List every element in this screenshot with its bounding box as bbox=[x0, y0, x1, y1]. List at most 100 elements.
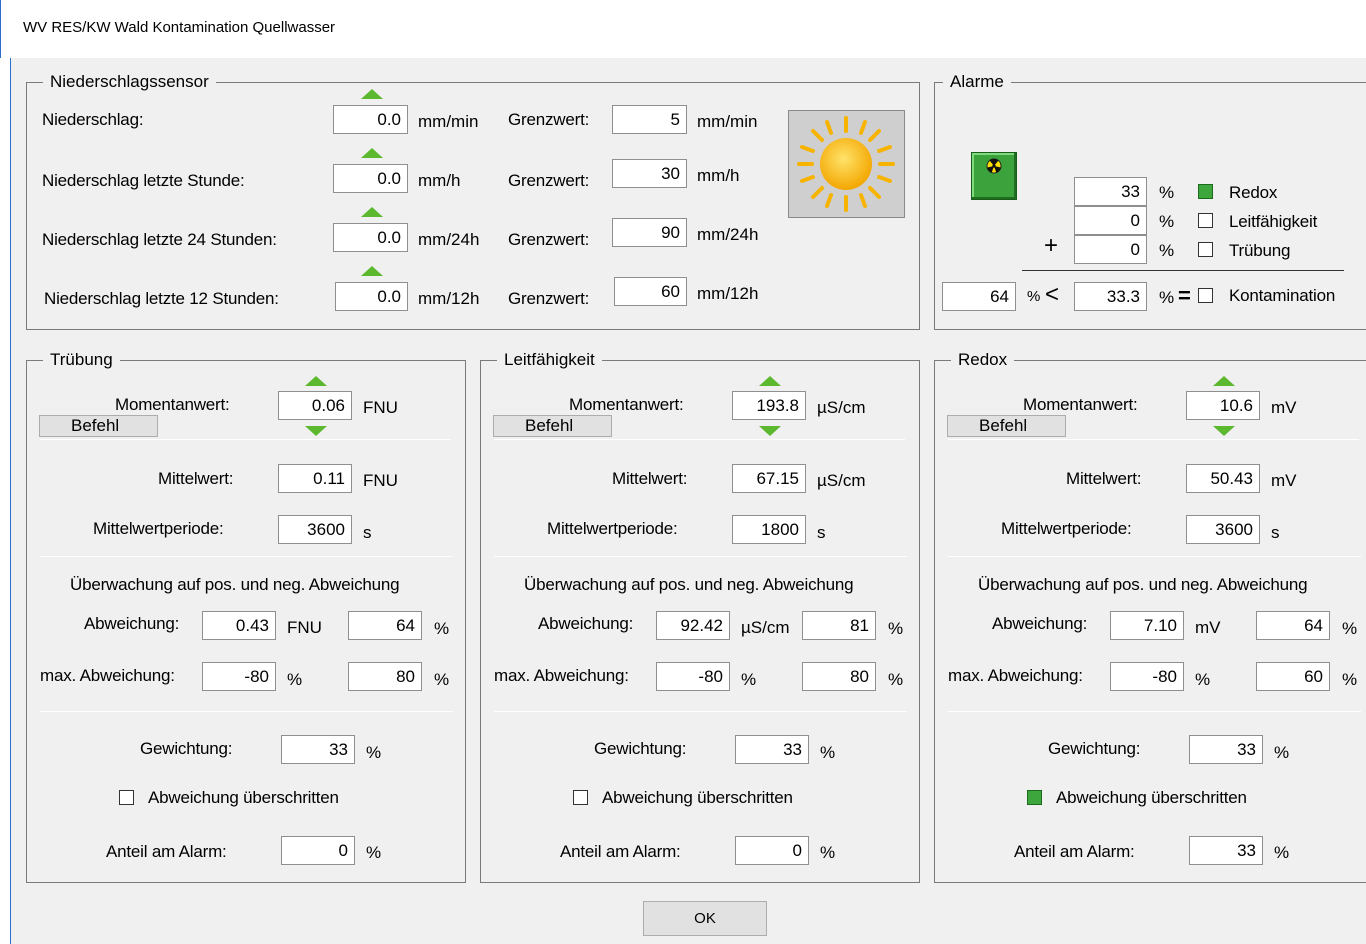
abweichung-label: Abweichung: bbox=[538, 614, 634, 633]
redox-max-abweichung-pos[interactable]: 60 bbox=[1256, 662, 1330, 691]
redox-legend: Redox bbox=[951, 350, 1015, 370]
leitfaehigkeit-befehl-button[interactable]: Befehl bbox=[493, 415, 612, 437]
abweichung-unit: mV bbox=[1195, 618, 1221, 637]
separator bbox=[40, 556, 453, 557]
truebung-alarm-label: Trübung bbox=[1229, 241, 1291, 260]
momentanwert-unit: µS/cm bbox=[817, 398, 866, 417]
grenzwert-12h-input[interactable]: 60 bbox=[614, 277, 687, 306]
redox-abweichung-checkbox bbox=[1027, 790, 1042, 805]
redox-abweichung-percent: 64 bbox=[1256, 611, 1330, 640]
separator bbox=[948, 556, 1361, 557]
percent-sign: % bbox=[366, 843, 382, 862]
redox-mittelwertperiode[interactable]: 3600 bbox=[1186, 515, 1260, 544]
abweichung-unit: µS/cm bbox=[741, 618, 790, 637]
grenzwert-label: Grenzwert: bbox=[508, 110, 590, 129]
alarm-truebung-percent: 0 bbox=[1074, 235, 1147, 264]
ueberwachung-label: Überwachung auf pos. und neg. Abweichung bbox=[524, 575, 854, 594]
grenzwert-label: Grenzwert: bbox=[508, 171, 590, 190]
increment-arrow-icon[interactable] bbox=[1213, 376, 1235, 386]
leitfaehigkeit-abweichung: 92.42 bbox=[656, 611, 730, 640]
decrement-arrow-icon[interactable] bbox=[1213, 426, 1235, 436]
niederschlag-12h-value[interactable]: 0.0 bbox=[335, 282, 408, 311]
redox-alarm-checkbox bbox=[1198, 184, 1213, 199]
percent-sign: % bbox=[1159, 212, 1175, 231]
redox-befehl-button[interactable]: Befehl bbox=[947, 415, 1066, 437]
redox-alarm-label: Redox bbox=[1229, 183, 1278, 202]
separator bbox=[948, 439, 1359, 440]
mittelwertperiode-unit: s bbox=[817, 523, 826, 542]
increment-arrow-icon[interactable] bbox=[361, 148, 383, 158]
grenzwert-label: Grenzwert: bbox=[508, 230, 590, 249]
redox-gewichtung[interactable]: 33 bbox=[1189, 735, 1263, 764]
momentanwert-label: Momentanwert: bbox=[115, 395, 230, 414]
ueberwachung-label: Überwachung auf pos. und neg. Abweichung bbox=[70, 575, 400, 594]
truebung-abweichung: 0.43 bbox=[202, 611, 276, 640]
abweichung-ueberschritten-label: Abweichung überschritten bbox=[602, 788, 793, 807]
increment-arrow-icon[interactable] bbox=[361, 89, 383, 99]
truebung-gewichtung[interactable]: 33 bbox=[281, 735, 355, 764]
abweichung-ueberschritten-label: Abweichung überschritten bbox=[1056, 788, 1247, 807]
niederschlag-unit: mm/min bbox=[418, 112, 479, 131]
separator bbox=[494, 439, 905, 440]
decrement-arrow-icon[interactable] bbox=[759, 426, 781, 436]
mittelwertperiode-label: Mittelwertperiode: bbox=[93, 519, 224, 538]
niederschlag-24h-value[interactable]: 0.0 bbox=[333, 223, 408, 252]
ok-button[interactable]: OK bbox=[643, 901, 767, 936]
momentanwert-unit: mV bbox=[1271, 398, 1297, 417]
abweichung-unit: FNU bbox=[287, 618, 322, 637]
alarm-leitfaehigkeit-percent: 0 bbox=[1074, 206, 1147, 235]
niederschlag-stunde-value[interactable]: 0.0 bbox=[333, 164, 408, 193]
truebung-max-abweichung-neg[interactable]: -80 bbox=[202, 662, 276, 691]
truebung-mittelwertperiode[interactable]: 3600 bbox=[278, 515, 352, 544]
increment-arrow-icon[interactable] bbox=[361, 207, 383, 217]
title-bar: WV RES/KW Wald Kontamination Quellwasser bbox=[0, 0, 1366, 58]
percent-sign: % bbox=[1159, 183, 1175, 202]
niederschlag-stunde-label: Niederschlag letzte Stunde: bbox=[42, 171, 245, 190]
truebung-max-abweichung-pos[interactable]: 80 bbox=[348, 662, 422, 691]
percent-sign: % bbox=[1195, 670, 1211, 689]
percent-sign: % bbox=[1027, 288, 1041, 305]
grenzwert-niederschlag-input[interactable]: 5 bbox=[612, 105, 687, 134]
increment-arrow-icon[interactable] bbox=[305, 376, 327, 386]
separator bbox=[40, 439, 451, 440]
gewichtung-label: Gewichtung: bbox=[594, 739, 687, 758]
percent-sign: % bbox=[888, 619, 904, 638]
percent-sign: % bbox=[1342, 619, 1358, 638]
grenzwert-24h-input[interactable]: 90 bbox=[612, 218, 687, 247]
percent-sign: % bbox=[287, 670, 303, 689]
niederschlag-value[interactable]: 0.0 bbox=[333, 105, 408, 134]
increment-arrow-icon[interactable] bbox=[361, 266, 383, 276]
leitfaehigkeit-mittelwertperiode[interactable]: 1800 bbox=[732, 515, 806, 544]
less-than-sign: < bbox=[1045, 281, 1060, 308]
truebung-befehl-button[interactable]: Befehl bbox=[39, 415, 158, 437]
max-abweichung-label: max. Abweichung: bbox=[948, 666, 1083, 685]
alarme-legend: Alarme bbox=[943, 72, 1011, 92]
abweichung-label: Abweichung: bbox=[84, 614, 180, 633]
niederschlag-label: Niederschlag: bbox=[42, 110, 144, 129]
redox-max-abweichung-neg[interactable]: -80 bbox=[1110, 662, 1184, 691]
decrement-arrow-icon[interactable] bbox=[305, 426, 327, 436]
mittelwert-label: Mittelwert: bbox=[1066, 469, 1142, 488]
redox-mittelwert: 50.43 bbox=[1186, 464, 1260, 493]
leitfaehigkeit-gewichtung[interactable]: 33 bbox=[735, 735, 809, 764]
leitfaehigkeit-abweichung-percent: 81 bbox=[802, 611, 876, 640]
alarm-total-percent: 64 bbox=[942, 282, 1016, 311]
niederschlag-24h-unit: mm/24h bbox=[418, 230, 480, 249]
truebung-anteil-am-alarm: 0 bbox=[281, 836, 355, 865]
window-title: WV RES/KW Wald Kontamination Quellwasser bbox=[23, 19, 336, 36]
alarm-threshold[interactable]: 33.3 bbox=[1074, 282, 1147, 311]
grenzwert-unit: mm/12h bbox=[697, 284, 759, 303]
increment-arrow-icon[interactable] bbox=[759, 376, 781, 386]
grenzwert-unit: mm/min bbox=[697, 112, 758, 131]
truebung-momentanwert[interactable]: 0.06 bbox=[278, 391, 352, 420]
mittelwert-label: Mittelwert: bbox=[612, 469, 688, 488]
abweichung-ueberschritten-label: Abweichung überschritten bbox=[148, 788, 339, 807]
redox-momentanwert[interactable]: 10.6 bbox=[1186, 391, 1260, 420]
gewichtung-label: Gewichtung: bbox=[140, 739, 233, 758]
leitfaehigkeit-momentanwert[interactable]: 193.8 bbox=[732, 391, 806, 420]
leitfaehigkeit-max-abweichung-neg[interactable]: -80 bbox=[656, 662, 730, 691]
leitfaehigkeit-max-abweichung-pos[interactable]: 80 bbox=[802, 662, 876, 691]
niederschlag-legend: Niederschlagssensor bbox=[43, 72, 216, 92]
grenzwert-stunde-input[interactable]: 30 bbox=[612, 159, 687, 188]
grenzwert-label: Grenzwert: bbox=[508, 289, 590, 308]
